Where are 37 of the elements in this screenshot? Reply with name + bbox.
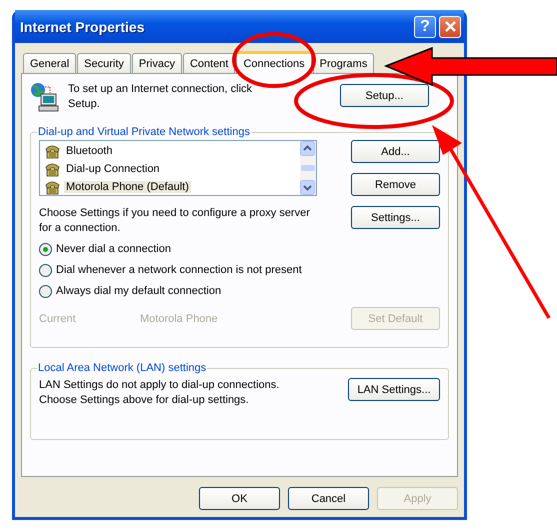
dialog-button[interactable]: Cancel xyxy=(288,487,369,510)
lan-description: LAN Settings do not apply to dial-up connections. Choose Settings above for dial-up settings. xyxy=(39,378,280,408)
phone-icon xyxy=(44,161,61,177)
radio-option[interactable]: Always dial my default connection xyxy=(39,283,440,299)
dialog-button[interactable]: Add... xyxy=(351,140,440,163)
phone-icon xyxy=(44,143,61,159)
phone-icon xyxy=(44,179,61,195)
radio-option[interactable]: Dial whenever a network connection is not present xyxy=(39,262,440,278)
dialog-button[interactable]: OK xyxy=(199,487,280,510)
settings-button[interactable]: Settings... xyxy=(351,206,440,229)
setup-button[interactable]: Setup... xyxy=(340,84,429,107)
window-title: Internet Properties xyxy=(20,18,144,34)
current-label: Current xyxy=(39,312,77,324)
scrollbar[interactable] xyxy=(300,141,316,195)
tab[interactable]: General xyxy=(23,53,76,73)
group-label: Dial-up and Virtual Private Network settings xyxy=(37,126,251,138)
current-connection: Motorola Phone xyxy=(140,312,218,324)
tab[interactable]: Connections xyxy=(236,51,312,74)
group-label: Local Area Network (LAN) settings xyxy=(37,362,208,374)
list-item[interactable]: Dial-up Connection xyxy=(64,163,162,175)
radio-option[interactable]: Never dial a connection xyxy=(39,241,440,257)
scroll-up-icon[interactable] xyxy=(300,141,315,156)
tab[interactable]: Programs xyxy=(312,53,374,73)
list-item[interactable]: Motorola Phone (Default) xyxy=(64,181,191,193)
setup-instruction: To set up an Internet connection, click Setup. xyxy=(68,82,254,112)
close-button[interactable] xyxy=(439,16,461,38)
dialog-button[interactable]: Remove xyxy=(351,173,440,196)
list-item[interactable]: Bluetooth xyxy=(64,145,114,157)
lan-settings-button[interactable]: LAN Settings... xyxy=(348,378,440,401)
tab[interactable]: Privacy xyxy=(132,53,182,73)
tab[interactable]: Content xyxy=(182,53,236,73)
network-computer-icon xyxy=(30,82,60,112)
tab[interactable]: Security xyxy=(77,53,131,73)
close-icon xyxy=(444,20,456,33)
scroll-down-icon[interactable] xyxy=(300,180,315,195)
proxy-description: Choose Settings if you need to configure a proxy server for a connection. xyxy=(39,206,311,236)
scroll-thumb[interactable] xyxy=(301,165,315,171)
